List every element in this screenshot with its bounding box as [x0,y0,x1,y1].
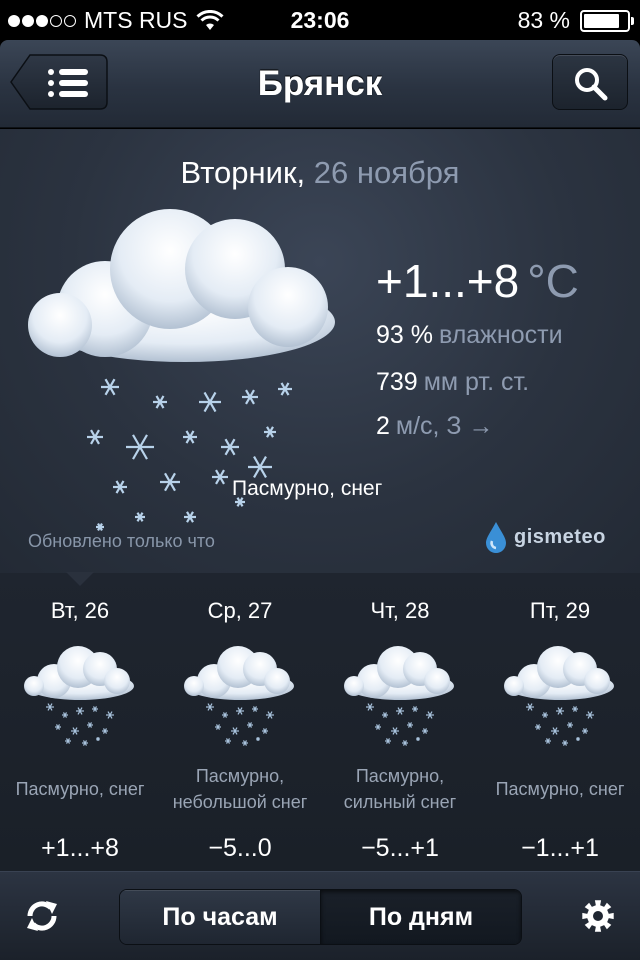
bottom-toolbar: По часам По дням [0,871,640,960]
humidity: 93 % влажности [376,321,563,350]
forecast-condition: Пасмурно, снег [15,779,145,799]
current-weather-panel: Вторник, 26 ноября +1...+8 °C 93 % влажнос… [0,129,640,573]
pressure-value: 739 [376,368,418,396]
battery-level [584,13,619,28]
current-date: Вторник, 26 ноября [0,155,640,191]
settings-button[interactable] [578,896,618,941]
menu-button[interactable] [10,54,108,110]
forecast-day[interactable]: Чт, 28 Пасмурно, сильный снег −5...+1 [320,573,480,871]
forecast-temperature: −5...0 [208,834,272,862]
wind: 2 м/с, З → [376,412,493,441]
wind-label: м/с, З → [395,412,494,440]
updated-status: Обновлено только что [28,531,215,551]
cloud-snow-icon [184,646,294,746]
current-condition: Пасмурно, снег [232,477,383,500]
forecast-day-label: Пт, 29 [529,598,591,623]
date: 26 ноября [313,155,460,190]
forecast-strip: Вт, 26 Пасмурно, снег +1...+8 Ср, 27 Пасмурн… [0,572,640,871]
weekday: Вторник, [180,155,306,190]
forecast-temperature: −1...+1 [521,834,599,862]
city-title: Брянск [257,64,383,103]
forecast-day-label: Чт, 28 [370,598,430,623]
battery-percent: 83 % [517,7,570,33]
forecast-condition: Пасмурно, снег [495,779,625,799]
refresh-icon [27,901,57,931]
temperature-unit: °C [527,255,579,307]
view-mode-segmented-control[interactable]: По часам По дням [119,889,522,945]
cloud-snow-icon [504,646,614,746]
forecast-day[interactable]: Пт, 29 Пасмурно, снег −1...+1 [480,573,640,871]
pressure: 739 мм рт. ст. [376,368,529,397]
battery-icon [580,9,634,32]
temperature: +1...+8 °C [376,254,579,308]
gear-icon [582,900,614,932]
list-icon [48,69,88,97]
status-right: 83 % [517,7,634,34]
forecast-condition: Пасмурно, небольшой снег [172,766,308,812]
status-bar: MTS RUS 23:06 83 % [0,0,640,40]
forecast-condition: Пасмурно, сильный снег [343,766,457,812]
temperature-value: +1...+8 [376,255,520,307]
provider-name: gismeteo [514,525,606,548]
humidity-label: влажности [438,321,563,349]
cloud-snow-icon [24,646,134,746]
search-button[interactable] [552,54,628,110]
forecast-temperature: +1...+8 [41,834,119,862]
provider-logo: gismeteo [484,521,606,553]
water-drop-icon [486,522,506,553]
forecast-day[interactable]: Ср, 27 Пасмурно, небольшой снег −5...0 [160,573,320,871]
humidity-value: 93 % [376,321,433,349]
tab-hourly[interactable]: По часам [120,890,321,944]
cloud-snow-icon [344,646,454,746]
nav-header: Брянск [0,40,640,128]
tab-daily[interactable]: По дням [321,890,521,944]
forecast-day-label: Ср, 27 [207,598,273,623]
refresh-button[interactable] [22,896,62,941]
pressure-label: мм рт. ст. [423,368,530,396]
forecast-day-label: Вт, 26 [50,598,110,623]
forecast-day[interactable]: Вт, 26 Пасмурно, снег +1...+8 [0,573,160,871]
forecast-temperature: −5...+1 [361,834,439,862]
search-icon [575,68,608,101]
wind-value: 2 [376,412,390,440]
